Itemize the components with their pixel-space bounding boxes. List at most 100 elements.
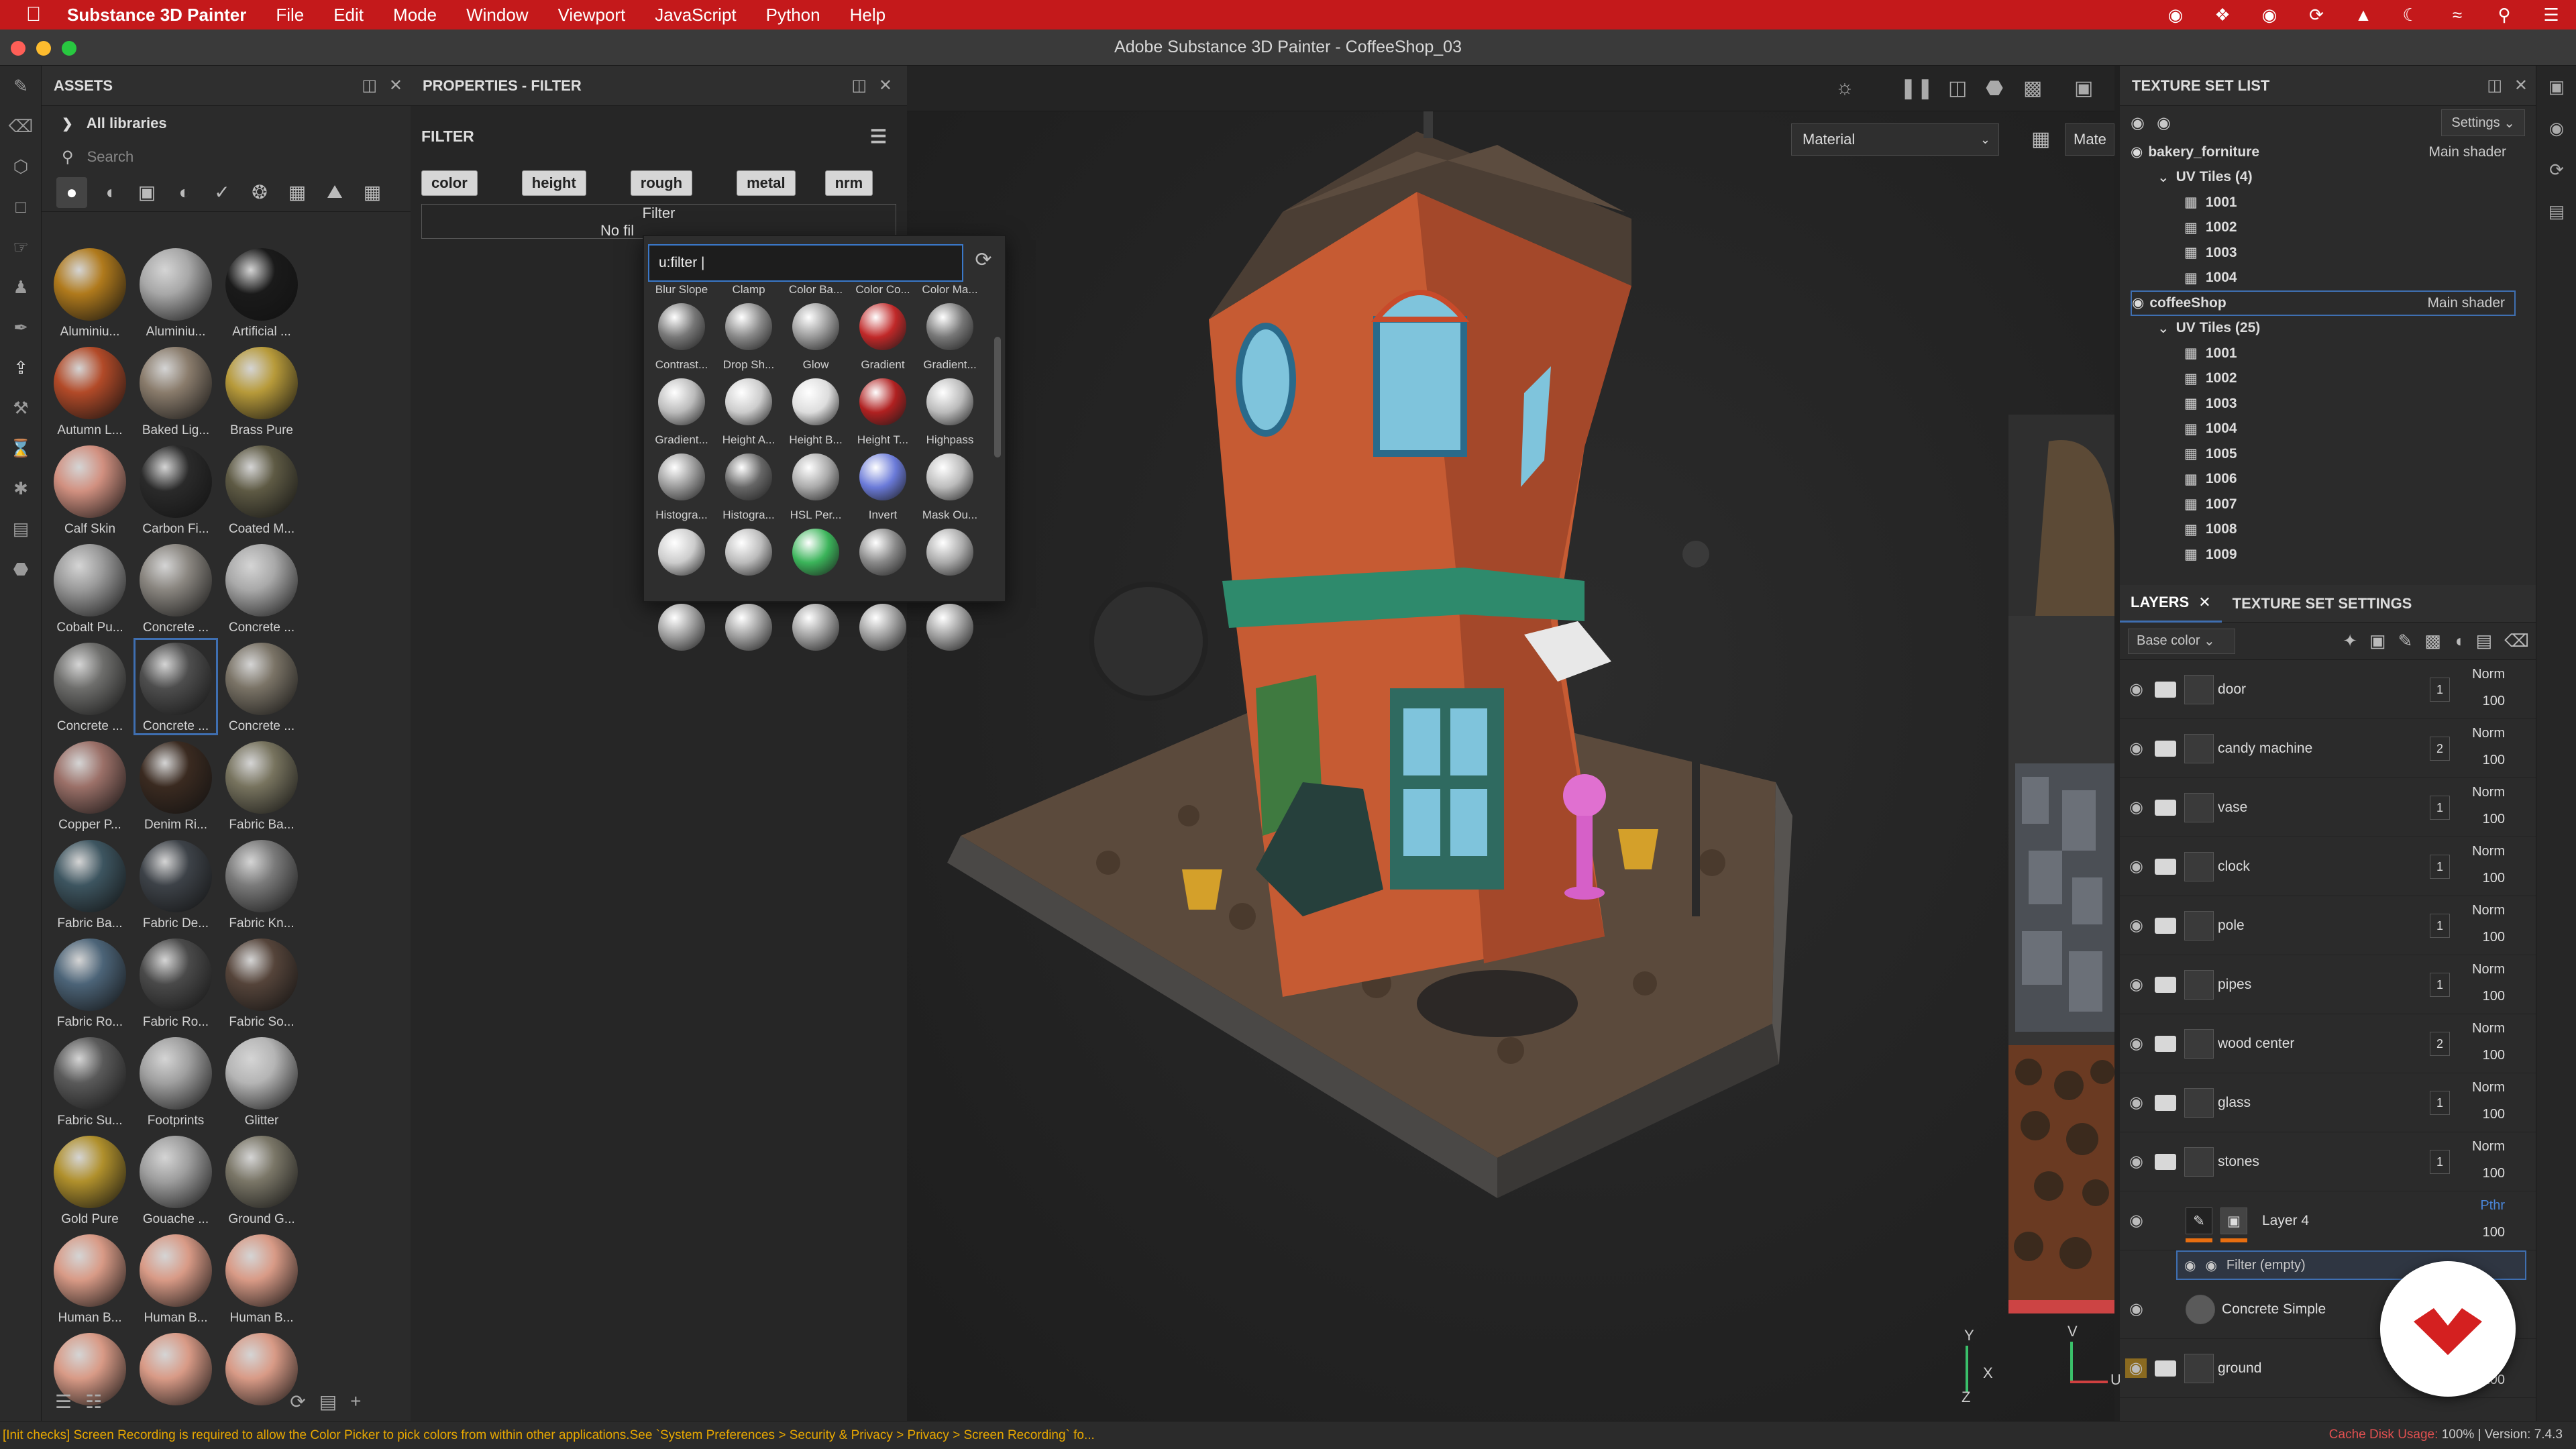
eye-icon[interactable]: ◉ bbox=[2129, 1093, 2143, 1112]
asset-tile[interactable]: Carbon Fi... bbox=[133, 440, 219, 539]
blend-mode[interactable]: Norm bbox=[2472, 962, 2505, 977]
folder-icon[interactable]: ▤ bbox=[319, 1391, 337, 1413]
eye-icon[interactable]: ◉ bbox=[2131, 144, 2143, 160]
opacity-value[interactable]: 100 bbox=[2483, 930, 2505, 945]
apple-icon[interactable]:  bbox=[0, 3, 67, 26]
filter-tile[interactable]: Gradient... bbox=[916, 358, 983, 433]
asset-tile[interactable]: Fabric Ro... bbox=[47, 933, 133, 1032]
asset-tile[interactable]: Human B... bbox=[219, 1229, 305, 1328]
filter-tile[interactable]: Blur Slope bbox=[648, 283, 715, 358]
menu-python[interactable]: Python bbox=[766, 5, 820, 25]
display-icon[interactable]: ⬣ bbox=[1986, 76, 2003, 100]
folder-icon[interactable] bbox=[2155, 917, 2176, 934]
eye-icon[interactable]: ◉ bbox=[2157, 113, 2171, 133]
refresh-icon[interactable]: ⟳ bbox=[290, 1391, 305, 1413]
eye-icon[interactable]: ◉ bbox=[2132, 294, 2144, 311]
folder-icon[interactable] bbox=[2155, 1360, 2176, 1377]
uv-tile-row[interactable]: ▦ 1002 bbox=[2131, 215, 2516, 241]
eye-icon[interactable]: ◉ bbox=[2129, 916, 2143, 935]
filter-tile[interactable]: Contrast... bbox=[648, 358, 715, 433]
layer-row[interactable]: ◉ vase 1 Norm 100 bbox=[2120, 778, 2536, 837]
eye-icon[interactable]: ◉ bbox=[2129, 680, 2143, 699]
layer-row[interactable]: ◉ glass 1 Norm 100 bbox=[2120, 1073, 2536, 1132]
layer-row[interactable]: ◉ door 1 Norm 100 bbox=[2120, 660, 2536, 719]
blend-mode[interactable]: Norm bbox=[2472, 726, 2505, 741]
uv-tile-row[interactable]: ▦ 1009 bbox=[2131, 542, 2516, 568]
settings-dropdown[interactable]: Settings ⌄ bbox=[2441, 109, 2525, 136]
cube-icon[interactable]: ⬣ bbox=[0, 549, 42, 589]
channel-height[interactable]: height bbox=[521, 170, 586, 196]
asset-tile[interactable]: Fabric Ba... bbox=[219, 736, 305, 835]
uv-tile-row[interactable]: ▦ 1003 bbox=[2131, 391, 2516, 417]
close-window-button[interactable] bbox=[11, 41, 25, 56]
log-icon[interactable]: ▤ bbox=[2536, 191, 2576, 232]
clone-stamp-icon[interactable]: ♟ bbox=[0, 267, 42, 307]
uv-tile-row[interactable]: ▦ 1007 bbox=[2131, 492, 2516, 517]
eye-icon[interactable]: ◉ bbox=[2129, 975, 2143, 994]
menu-icon[interactable]: ☰ bbox=[870, 125, 887, 148]
texture-set-icon[interactable]: ▣ bbox=[2536, 66, 2576, 107]
filter-tile[interactable]: Invert bbox=[849, 508, 916, 584]
folder-icon[interactable] bbox=[2155, 858, 2176, 875]
doc-icon[interactable]: ▤ bbox=[0, 508, 42, 549]
asset-tile[interactable]: Coated M... bbox=[219, 440, 305, 539]
opacity-value[interactable]: 100 bbox=[2483, 694, 2505, 709]
folder-icon[interactable]: ▤ bbox=[2476, 631, 2493, 651]
opacity-value[interactable]: 100 bbox=[2483, 1048, 2505, 1063]
asset-tile[interactable]: Gouache ... bbox=[133, 1130, 219, 1229]
display-settings-icon[interactable]: ◉ bbox=[2536, 107, 2576, 149]
tab-texture-set-settings[interactable]: TEXTURE SET SETTINGS bbox=[2222, 585, 2423, 623]
uv-tile-row[interactable]: ▦ 1004 bbox=[2131, 417, 2516, 442]
filter-tile[interactable]: Height B... bbox=[782, 433, 849, 508]
generators-filter-icon[interactable]: ◐ bbox=[169, 177, 200, 208]
menu-mode[interactable]: Mode bbox=[393, 5, 437, 25]
folder-icon[interactable] bbox=[2155, 976, 2176, 993]
pause-icon[interactable]: ❚❚ bbox=[1900, 76, 1933, 100]
asset-tile[interactable]: Concrete ... bbox=[219, 637, 305, 736]
eye-icon[interactable]: ◉ bbox=[2129, 1152, 2143, 1171]
control-center-icon[interactable]: ☰ bbox=[2540, 5, 2563, 25]
undock-icon[interactable]: ◫ bbox=[362, 76, 377, 95]
uv-tiles-group[interactable]: ⌄ UV Tiles (25) bbox=[2131, 316, 2516, 341]
asset-tile[interactable]: Fabric So... bbox=[219, 933, 305, 1032]
asset-tile[interactable]: Concrete ... bbox=[219, 539, 305, 637]
asset-tile[interactable]: Glitter bbox=[219, 1032, 305, 1130]
refresh-icon[interactable]: ⟳ bbox=[970, 248, 997, 275]
uv-view-mode-select[interactable]: Mate bbox=[2065, 123, 2114, 156]
asset-tile[interactable]: Baked Lig... bbox=[133, 341, 219, 440]
asset-tile[interactable]: Ground G... bbox=[219, 1130, 305, 1229]
asset-tile[interactable]: Fabric Kn... bbox=[219, 835, 305, 933]
close-icon[interactable]: ✕ bbox=[2514, 76, 2528, 95]
channel-nrm[interactable]: nrm bbox=[824, 170, 873, 196]
add-icon[interactable]: + bbox=[350, 1391, 361, 1412]
menu-window[interactable]: Window bbox=[466, 5, 528, 25]
asset-tile[interactable]: Footprints bbox=[133, 1032, 219, 1130]
eye-icon[interactable]: ◉ bbox=[2184, 1257, 2196, 1274]
opacity-value[interactable]: 100 bbox=[2483, 1107, 2505, 1122]
menu-edit[interactable]: Edit bbox=[333, 5, 364, 25]
uv-tile-row[interactable]: ▦ 1001 bbox=[2131, 341, 2516, 366]
close-icon[interactable]: ✕ bbox=[389, 76, 402, 95]
asset-tile[interactable]: Fabric Ro... bbox=[133, 933, 219, 1032]
uv-tile-row[interactable]: ▦ 1001 bbox=[2131, 190, 2516, 215]
layer-row[interactable]: ◉ stones 1 Norm 100 bbox=[2120, 1132, 2536, 1191]
layer-row[interactable]: ◉ pipes 1 Norm 100 bbox=[2120, 955, 2536, 1014]
asset-tile[interactable]: Brass Pure bbox=[219, 341, 305, 440]
uv-tile-row[interactable]: ▦ 1006 bbox=[2131, 467, 2516, 492]
filter-tile[interactable] bbox=[648, 584, 715, 659]
asset-tile[interactable]: Aluminiu... bbox=[47, 243, 133, 341]
environments-filter-icon[interactable]: ⛰ bbox=[319, 177, 350, 208]
uv-tile-row[interactable]: ▦ 1003 bbox=[2131, 240, 2516, 266]
filter-tile[interactable]: Histogra... bbox=[715, 508, 782, 584]
filter-tile[interactable]: Color Ma... bbox=[916, 283, 983, 358]
asset-tile[interactable]: Concrete ... bbox=[47, 637, 133, 736]
minimize-window-button[interactable] bbox=[36, 41, 51, 56]
paint-brush-icon[interactable]: ✎ bbox=[0, 66, 42, 106]
filter-tile[interactable]: Drop Sh... bbox=[715, 358, 782, 433]
sync-icon[interactable]: ⟳ bbox=[2305, 5, 2328, 25]
assets-search[interactable]: ⚲ Search bbox=[42, 141, 411, 173]
search-input[interactable]: Search bbox=[87, 148, 134, 166]
filter-tile[interactable] bbox=[849, 584, 916, 659]
record-icon[interactable]: ◉ bbox=[2258, 5, 2281, 25]
asset-tile[interactable]: Concrete ... bbox=[133, 539, 219, 637]
